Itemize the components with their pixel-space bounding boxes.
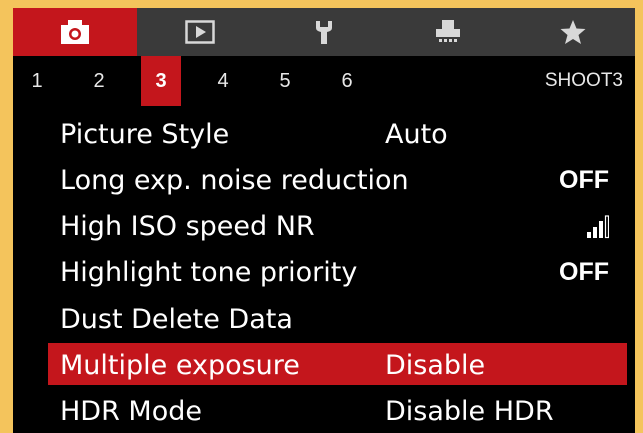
menu-item-label: High ISO speed NR <box>60 211 315 243</box>
menu-item-label: Multiple exposure <box>60 349 300 381</box>
star-icon <box>560 19 586 45</box>
page-tab-5[interactable]: 5 <box>265 56 305 106</box>
page-tab-6[interactable]: 6 <box>327 56 367 106</box>
custom-functions-icon <box>434 19 462 45</box>
section-label: SHOOT3 <box>544 70 623 91</box>
nr-level-icon <box>587 204 609 250</box>
menu-item-value: OFF <box>559 165 609 194</box>
tab-my-menu[interactable] <box>510 8 635 56</box>
tab-setup[interactable] <box>261 8 387 56</box>
tab-shooting[interactable] <box>13 8 138 56</box>
menu-item-long-exp-nr[interactable]: Long exp. noise reduction OFF <box>13 157 635 203</box>
camera-menu-screen: 1 2 3 4 5 6 SHOOT3 Picture Style Auto Lo… <box>13 8 635 433</box>
menu-item-value: Disable <box>385 349 486 381</box>
menu-item-label: HDR Mode <box>60 396 203 428</box>
menu-item-dust-delete-data[interactable]: Dust Delete Data <box>13 296 635 342</box>
menu-item-picture-style[interactable]: Picture Style Auto <box>13 111 635 157</box>
menu-item-value: OFF <box>559 258 609 287</box>
menu-item-hdr-mode[interactable]: HDR Mode Disable HDR <box>13 389 635 433</box>
menu-item-label: Picture Style <box>60 118 230 150</box>
menu-tab-bar <box>13 8 635 56</box>
playback-icon <box>184 20 215 44</box>
page-tab-4[interactable]: 4 <box>203 56 243 106</box>
menu-item-highlight-tone-priority[interactable]: Highlight tone priority OFF <box>13 250 635 296</box>
tab-playback[interactable] <box>137 8 262 56</box>
menu-item-value: Auto <box>385 118 448 150</box>
menu-item-multiple-exposure[interactable]: Multiple exposure Disable <box>13 342 635 388</box>
page-tab-1[interactable]: 1 <box>17 56 57 106</box>
wrench-icon <box>313 19 335 45</box>
menu-item-high-iso-nr[interactable]: High ISO speed NR <box>13 204 635 250</box>
menu-item-label: Dust Delete Data <box>60 303 293 335</box>
page-tab-3[interactable]: 3 <box>141 56 181 106</box>
menu-item-label: Long exp. noise reduction <box>60 164 409 196</box>
page-tab-2[interactable]: 2 <box>79 56 119 106</box>
menu-item-label: Highlight tone priority <box>60 257 358 289</box>
camera-icon <box>60 19 90 45</box>
menu-item-value: Disable HDR <box>385 396 554 428</box>
menu-list: Picture Style Auto Long exp. noise reduc… <box>13 111 635 433</box>
tab-custom-functions[interactable] <box>386 8 511 56</box>
page-number-bar: 1 2 3 4 5 6 SHOOT3 <box>13 56 635 106</box>
